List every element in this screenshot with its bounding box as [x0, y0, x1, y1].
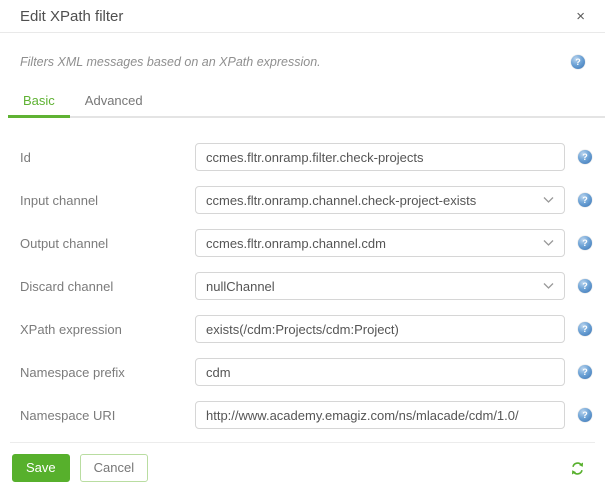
dialog-title: Edit XPath filter	[20, 7, 124, 25]
dialog-footer: Save Cancel	[0, 442, 605, 494]
field-dropdown[interactable]: nullChannel	[195, 272, 565, 300]
field-input[interactable]: http://www.academy.emagiz.com/ns/mlacade…	[195, 401, 565, 429]
form-row: Discard channel nullChannel ?	[20, 272, 592, 300]
field-value: exists(/cdm:Projects/cdm:Project)	[206, 321, 399, 337]
dialog-body: Filters XML messages based on an XPath e…	[0, 55, 605, 429]
field-value: http://www.academy.emagiz.com/ns/mlacade…	[206, 407, 519, 423]
form-row: Output channel ccmes.fltr.onramp.channel…	[20, 229, 592, 257]
help-icon[interactable]: ?	[578, 408, 592, 422]
help-icon[interactable]: ?	[578, 365, 592, 379]
description-row: Filters XML messages based on an XPath e…	[20, 55, 585, 69]
footer-buttons: Save Cancel	[12, 454, 149, 482]
form-row: XPath expression exists(/cdm:Projects/cd…	[20, 315, 592, 343]
field-input[interactable]: ccmes.fltr.onramp.filter.check-projects	[195, 143, 565, 171]
field-label: Namespace prefix	[20, 365, 125, 380]
chevron-down-icon	[543, 283, 554, 290]
field-value: ccmes.fltr.onramp.channel.check-project-…	[206, 192, 477, 208]
form-row: Namespace prefix cdm ?	[20, 358, 592, 386]
help-icon[interactable]: ?	[571, 55, 585, 69]
field-label: Output channel	[20, 236, 109, 251]
dialog-description: Filters XML messages based on an XPath e…	[20, 55, 321, 69]
help-icon[interactable]: ?	[578, 279, 592, 293]
tab-bar: Basic Advanced	[8, 85, 605, 118]
field-value: cdm	[206, 364, 231, 380]
field-input[interactable]: cdm	[195, 358, 565, 386]
cancel-button[interactable]: Cancel	[79, 454, 149, 482]
field-value: ccmes.fltr.onramp.filter.check-projects	[206, 149, 424, 165]
field-label: Input channel	[20, 193, 99, 208]
field-label: Namespace URI	[20, 408, 116, 423]
field-dropdown[interactable]: ccmes.fltr.onramp.channel.check-project-…	[195, 186, 565, 214]
save-button[interactable]: Save	[12, 454, 70, 482]
tab-advanced[interactable]: Advanced	[70, 85, 158, 118]
help-icon[interactable]: ?	[578, 193, 592, 207]
field-label: Discard channel	[20, 279, 114, 294]
help-icon[interactable]: ?	[578, 236, 592, 250]
refresh-icon[interactable]	[570, 461, 585, 476]
field-dropdown[interactable]: ccmes.fltr.onramp.channel.cdm	[195, 229, 565, 257]
filter-form: Id ccmes.fltr.onramp.filter.check-projec…	[20, 143, 592, 429]
form-row: Id ccmes.fltr.onramp.filter.check-projec…	[20, 143, 592, 171]
dialog-header: Edit XPath filter ×	[0, 0, 605, 33]
field-value: nullChannel	[206, 278, 275, 294]
field-label: Id	[20, 150, 31, 165]
field-input[interactable]: exists(/cdm:Projects/cdm:Project)	[195, 315, 565, 343]
help-icon[interactable]: ?	[578, 322, 592, 336]
close-icon[interactable]: ×	[572, 7, 589, 26]
form-row: Input channel ccmes.fltr.onramp.channel.…	[20, 186, 592, 214]
help-icon[interactable]: ?	[578, 150, 592, 164]
field-value: ccmes.fltr.onramp.channel.cdm	[206, 235, 386, 251]
chevron-down-icon	[543, 197, 554, 204]
chevron-down-icon	[543, 240, 554, 247]
field-label: XPath expression	[20, 322, 122, 337]
edit-xpath-filter-dialog: Edit XPath filter × Filters XML messages…	[0, 0, 605, 494]
tab-basic[interactable]: Basic	[8, 85, 70, 118]
form-row: Namespace URI http://www.academy.emagiz.…	[20, 401, 592, 429]
